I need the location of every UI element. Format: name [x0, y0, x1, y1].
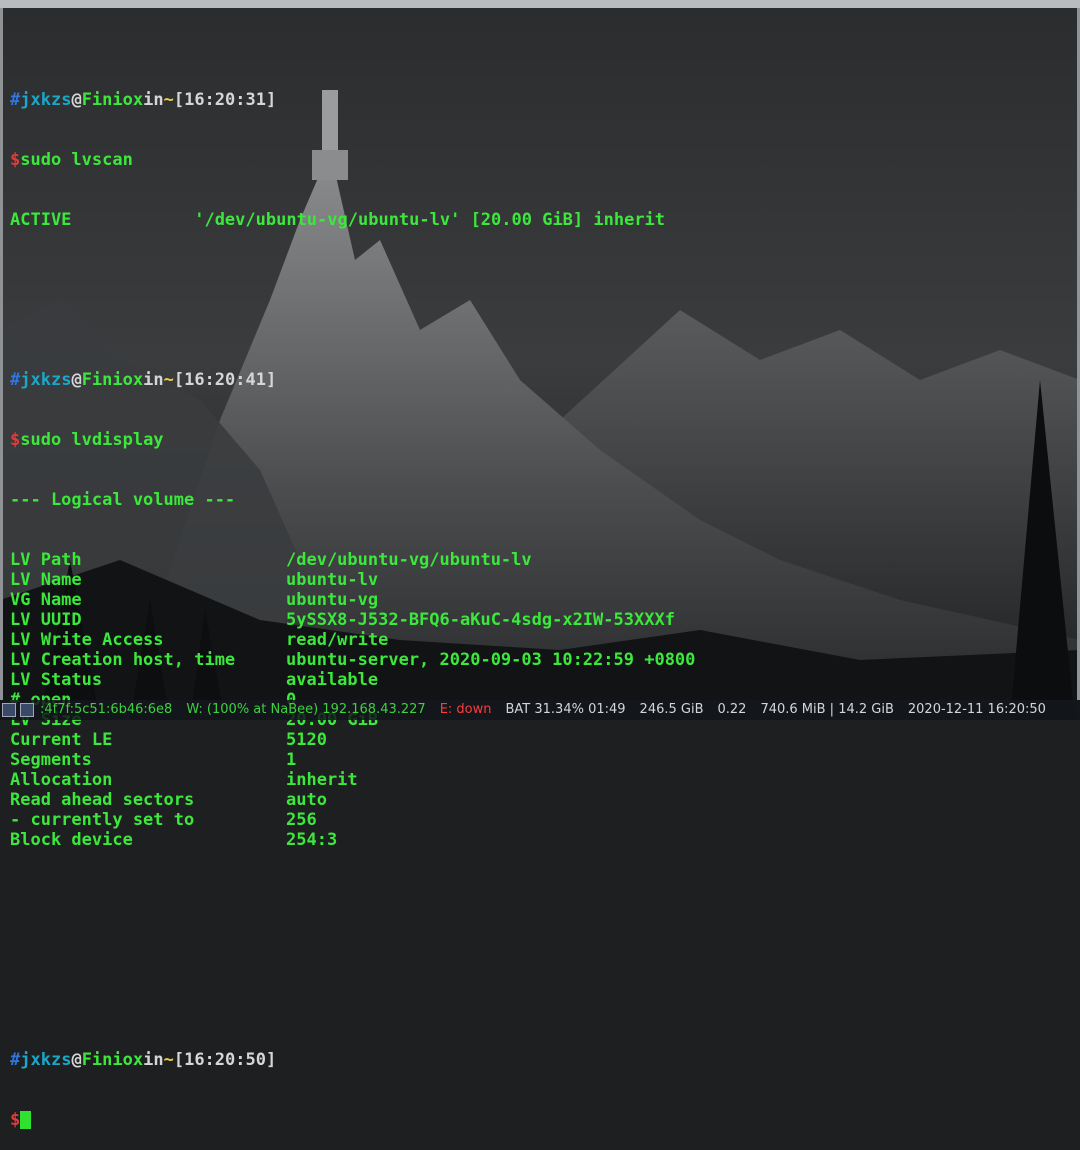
command-text: sudo lvscan	[20, 150, 133, 170]
prompt-host: Finiox	[81, 90, 144, 110]
layout-icon[interactable]	[2, 703, 16, 717]
prompt-host: Finiox	[81, 370, 144, 390]
status-memory: 740.6 MiB | 14.2 GiB	[760, 702, 894, 717]
prompt-line: # jxkzs @ Finiox in ~ [16:20:31]	[10, 90, 1070, 110]
lv-field-key: LV Path	[10, 550, 82, 570]
prompt-dollar: $	[10, 430, 21, 450]
prompt-dir: ~	[163, 370, 174, 390]
lv-field-key: LV Write Access	[10, 630, 164, 650]
command-line: $ sudo lvdisplay	[10, 430, 1070, 450]
prompt-dir: ~	[163, 90, 174, 110]
lv-field-row: Allocation inherit	[10, 770, 1070, 790]
lv-field-key: - currently set to	[10, 810, 195, 830]
lv-field-row: Read ahead sectors auto	[10, 790, 1070, 810]
lv-field-key: LV Status	[10, 670, 103, 690]
prompt-user: jxkzs	[20, 90, 72, 110]
lv-field-key: Allocation	[10, 770, 113, 790]
prompt-line: # jxkzs @ Finiox in ~ [16:20:41]	[10, 370, 1070, 390]
prompt-time: [16:20:50]	[173, 1050, 277, 1070]
lv-field-row: Segments 1	[10, 750, 1070, 770]
output-line: ACTIVE '/dev/ubuntu-vg/ubuntu-lv' [20.00…	[10, 210, 1070, 230]
lv-field-value: read/write	[286, 630, 389, 650]
lv-field-value: 254:3	[286, 830, 338, 850]
prompt-line: # jxkzs @ Finiox in ~ [16:20:50]	[10, 1050, 1070, 1070]
lv-field-row: Current LE 5120	[10, 730, 1070, 750]
lv-field-key: VG Name	[10, 590, 82, 610]
lv-field-key: Segments	[10, 750, 92, 770]
prompt-hash: #	[10, 370, 21, 390]
lv-field-key: LV UUID	[10, 610, 82, 630]
lv-field-value: auto	[286, 790, 327, 810]
lv-field-row: LV UUID 5ySSX8-J532-BFQ6-aKuC-4sdg-x2IW-5…	[10, 610, 1070, 630]
prompt-at: @	[71, 90, 82, 110]
lv-field-row: LV Status available	[10, 670, 1070, 690]
lv-field-value: inherit	[286, 770, 358, 790]
prompt-time: [16:20:31]	[173, 90, 277, 110]
lv-field-row: VG Name ubuntu-vg	[10, 590, 1070, 610]
lv-field-value: /dev/ubuntu-vg/ubuntu-lv	[286, 550, 532, 570]
prompt-user: jxkzs	[20, 1050, 72, 1070]
lv-field-key: Current LE	[10, 730, 113, 750]
lv-field-value: 5ySSX8-J532-BFQ6-aKuC-4sdg-x2IW-53XXXf	[286, 610, 675, 630]
prompt-user: jxkzs	[20, 370, 72, 390]
lv-field-row: LV Name ubuntu-lv	[10, 570, 1070, 590]
terminal-output[interactable]: # jxkzs @ Finiox in ~ [16:20:31] $ sudo …	[10, 30, 1070, 1130]
status-load: 0.22	[717, 702, 747, 717]
prompt-in: in	[143, 90, 164, 110]
lv-header-text: --- Logical volume ---	[10, 490, 236, 510]
window-icon[interactable]	[20, 703, 34, 717]
status-bar: :4f7f:5c51:6b46:6e8 W: (100% at NaBee) 1…	[0, 700, 1080, 720]
prompt-at: @	[71, 1050, 82, 1070]
lv-field-key: LV Creation host, time	[10, 650, 236, 670]
lv-field-value: ubuntu-server, 2020-09-03 10:22:59 +0800	[286, 650, 696, 670]
prompt-dollar: $	[10, 150, 21, 170]
status-disk: 246.5 GiB	[639, 702, 704, 717]
prompt-host: Finiox	[81, 1050, 144, 1070]
status-ipv6: :4f7f:5c51:6b46:6e8	[40, 702, 173, 717]
lv-field-value: 5120	[286, 730, 327, 750]
lv-field-value: ubuntu-lv	[286, 570, 379, 590]
output-text: ACTIVE '/dev/ubuntu-vg/ubuntu-lv' [20.00…	[10, 210, 666, 230]
prompt-hash: #	[10, 90, 21, 110]
command-line: $ sudo lvscan	[10, 150, 1070, 170]
status-battery: BAT 31.34% 01:49	[505, 702, 626, 717]
status-datetime: 2020-12-11 16:20:50	[907, 702, 1046, 717]
lv-field-row: Block device 254:3	[10, 830, 1070, 850]
prompt-time: [16:20:41]	[173, 370, 277, 390]
lv-field-key: Read ahead sectors	[10, 790, 195, 810]
lv-field-value: 256	[286, 810, 317, 830]
lv-field-value: available	[286, 670, 379, 690]
command-text: sudo lvdisplay	[20, 430, 164, 450]
lv-field-value: ubuntu-vg	[286, 590, 379, 610]
status-ethernet: E: down	[439, 702, 492, 717]
prompt-dir: ~	[163, 1050, 174, 1070]
lv-field-row: LV Path/dev/ubuntu-vg/ubuntu-lv	[10, 550, 1070, 570]
lv-field-row: LV Creation host, time ubuntu-server, 202…	[10, 650, 1070, 670]
window-frame-left	[0, 8, 3, 700]
lv-field-row: LV Write Access read/write	[10, 630, 1070, 650]
lv-field-key: Block device	[10, 830, 133, 850]
prompt-in: in	[143, 370, 164, 390]
command-line[interactable]: $	[10, 1110, 1070, 1130]
prompt-dollar: $	[10, 1110, 21, 1130]
lv-field-value: 1	[286, 750, 297, 770]
lv-field-key: LV Name	[10, 570, 82, 590]
prompt-in: in	[143, 1050, 164, 1070]
prompt-hash: #	[10, 1050, 21, 1070]
window-frame-top	[0, 0, 1080, 8]
prompt-at: @	[71, 370, 82, 390]
text-cursor[interactable]	[20, 1111, 32, 1129]
lv-field-row: - currently set to 256	[10, 810, 1070, 830]
status-wifi: W: (100% at NaBee) 192.168.43.227	[186, 702, 426, 717]
output-header: --- Logical volume ---	[10, 490, 1070, 510]
